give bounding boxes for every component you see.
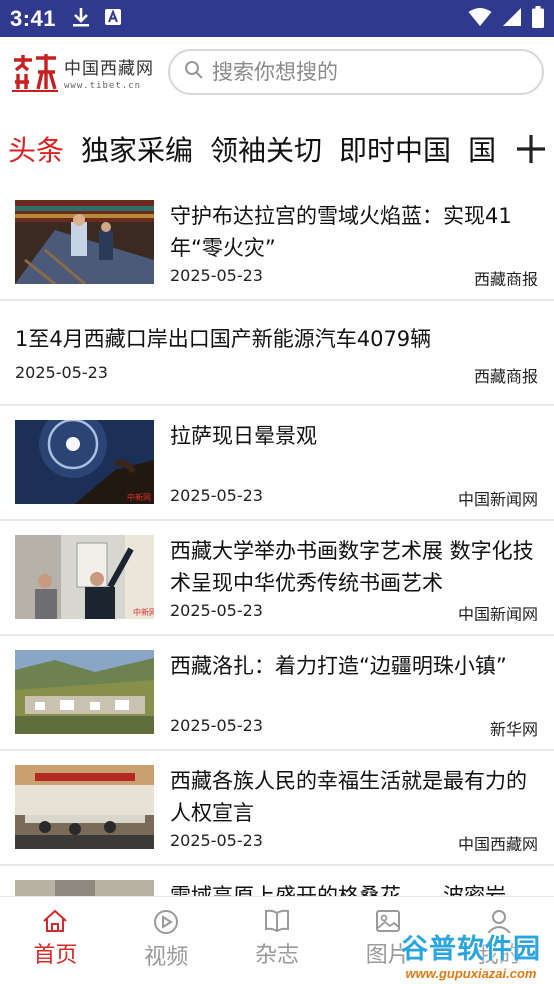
signal-icon — [502, 7, 522, 31]
nav-magazine[interactable]: 杂志 — [222, 897, 333, 984]
news-item[interactable]: 西藏洛扎：着力打造“边疆明珠小镇” 2025-05-23 新华网 — [0, 636, 554, 751]
a-icon — [104, 8, 122, 30]
book-icon — [264, 909, 289, 933]
logo-mark-icon — [12, 54, 58, 92]
news-source: 中国西藏网 — [457, 835, 538, 851]
news-item[interactable]: 守护布达拉宫的雪域火焰蓝：实现41年“零火灾” 2025-05-23 西藏商报 — [0, 186, 554, 301]
watermark-text: 谷普软件园 — [401, 934, 541, 965]
site-logo[interactable]: 中国西藏网 www.tibet.cn — [12, 52, 162, 92]
news-thumbnail — [15, 200, 154, 284]
status-time: 3:41 — [10, 5, 57, 31]
logo-url-text: www.tibet.cn — [64, 80, 142, 91]
news-title: 西藏大学举办书画数字艺术展 数字化技术呈现中华优秀传统书画艺术 — [170, 539, 534, 595]
watermark-url: www.gupuxiazai.com — [405, 966, 537, 981]
tab-lingxiu[interactable]: 领袖关切 — [210, 129, 322, 169]
news-feed[interactable]: 守护布达拉宫的雪域火焰蓝：实现41年“零火灾” 2025-05-23 西藏商报 … — [0, 186, 554, 898]
nav-video-label: 视频 — [144, 945, 189, 970]
news-title: 守护布达拉宫的雪域火焰蓝：实现41年“零火灾” — [170, 204, 512, 260]
news-thumbnail — [15, 765, 154, 849]
news-item[interactable]: 1至4月西藏口岸出口国产新能源汽车4079辆 2025-05-23 西藏商报 — [0, 301, 554, 406]
news-meta: 2025-05-23 新华网 — [170, 716, 538, 740]
app-header: 中国西藏网 www.tibet.cn — [0, 37, 554, 107]
news-item[interactable]: 中新网 拉萨现日晕景观 2025-05-23 中国新闻网 — [0, 406, 554, 521]
svg-text:中新网: 中新网 — [133, 607, 154, 617]
nav-home[interactable]: 首页 — [0, 897, 111, 984]
category-tabs: 头条 独家采编 领袖关切 即时中国 国 — [0, 110, 554, 188]
news-meta: 2025-05-23 中国新闻网 — [170, 601, 538, 621]
download-icon — [72, 7, 90, 31]
news-source: 西藏商报 — [473, 367, 538, 386]
news-item[interactable]: 西藏各族人民的幸福生活就是最有力的人权宣言 2025-05-23 中国西藏网 — [0, 751, 554, 866]
news-source: 中国新闻网 — [457, 490, 538, 509]
news-date: 2025-05-23 — [170, 716, 263, 735]
news-source: 中国新闻网 — [457, 605, 538, 621]
nav-magazine-label: 杂志 — [254, 943, 299, 968]
svg-text:中新网: 中新网 — [127, 492, 151, 502]
wifi-icon — [468, 7, 492, 31]
news-item[interactable]: 雪域高原上盛开的格桑花——波密岩 — [0, 866, 554, 898]
news-meta: 2025-05-23 中国新闻网 — [170, 486, 538, 510]
news-date: 2025-05-23 — [170, 266, 263, 285]
news-thumbnail — [15, 650, 154, 734]
search-icon — [184, 60, 204, 84]
news-date: 2025-05-23 — [15, 363, 108, 382]
nav-home-label: 首页 — [33, 943, 78, 968]
site-watermark: 谷普软件园 www.gupuxiazai.com — [388, 924, 554, 984]
plus-icon — [517, 135, 545, 163]
news-source: 西藏商报 — [473, 270, 538, 286]
news-meta: 2025-05-23 西藏商报 — [170, 266, 538, 286]
news-title: 西藏洛扎：着力打造“边疆明珠小镇” — [170, 654, 507, 678]
news-thumbnail: 中新网 — [15, 420, 154, 504]
news-date: 2025-05-23 — [170, 831, 263, 850]
news-item[interactable]: 中新网 西藏大学举办书画数字艺术展 数字化技术呈现中华优秀传统书画艺术 2025… — [0, 521, 554, 636]
news-meta: 2025-05-23 西藏商报 — [15, 363, 538, 387]
tab-guo[interactable]: 国 — [468, 129, 496, 169]
add-tab-button[interactable] — [508, 126, 554, 172]
status-bar: 3:41 — [0, 0, 554, 37]
search-box[interactable] — [168, 49, 544, 95]
tab-toutiao[interactable]: 头条 — [8, 129, 64, 169]
search-input[interactable] — [212, 60, 512, 84]
nav-video[interactable]: 视频 — [111, 897, 222, 984]
tab-dujia[interactable]: 独家采编 — [81, 129, 193, 169]
news-title: 西藏各族人民的幸福生活就是最有力的人权宣言 — [170, 769, 527, 825]
news-date: 2025-05-23 — [170, 486, 263, 505]
battery-icon — [532, 5, 544, 32]
logo-chinese-text: 中国西藏网 — [64, 58, 154, 79]
tab-jishi[interactable]: 即时中国 — [339, 129, 451, 169]
tabs-scroll[interactable]: 头条 独家采编 领袖关切 即时中国 国 — [0, 129, 508, 169]
news-title: 拉萨现日晕景观 — [170, 424, 317, 448]
play-icon — [154, 910, 179, 934]
news-meta: 2025-05-23 中国西藏网 — [170, 831, 538, 851]
news-source: 新华网 — [489, 720, 538, 739]
news-thumbnail: 中新网 — [15, 535, 154, 619]
home-icon — [43, 909, 68, 932]
news-date: 2025-05-23 — [170, 601, 263, 620]
